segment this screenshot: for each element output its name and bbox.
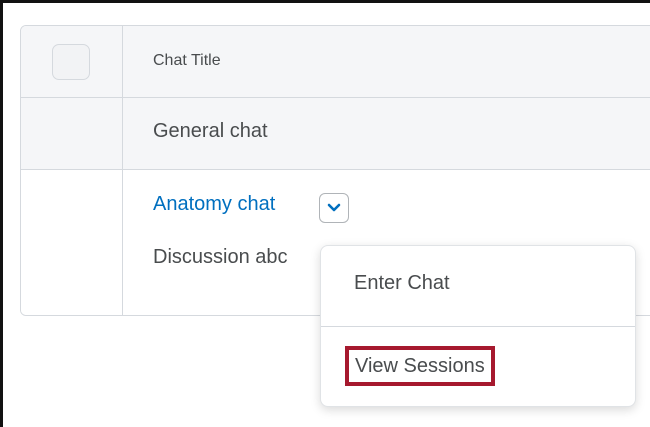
table-header-row: Chat Title [21, 26, 650, 98]
table-row: General chat [21, 98, 650, 170]
chat-actions-menu: Enter Chat View Sessions [320, 245, 636, 407]
chevron-down-icon [327, 203, 341, 212]
chat-title-link-anatomy[interactable]: Anatomy chat [153, 193, 275, 216]
column-divider [122, 26, 123, 315]
chat-description: Discussion abc [153, 246, 288, 268]
chat-title-general: General chat [153, 120, 268, 142]
menu-item-enter-chat[interactable]: Enter Chat [354, 272, 635, 295]
menu-item-view-sessions[interactable]: View Sessions [345, 346, 495, 386]
select-all-checkbox[interactable] [52, 44, 90, 80]
column-header-chat-title[interactable]: Chat Title [153, 52, 221, 70]
menu-separator [321, 326, 635, 327]
chat-actions-dropdown-button[interactable] [319, 193, 349, 223]
